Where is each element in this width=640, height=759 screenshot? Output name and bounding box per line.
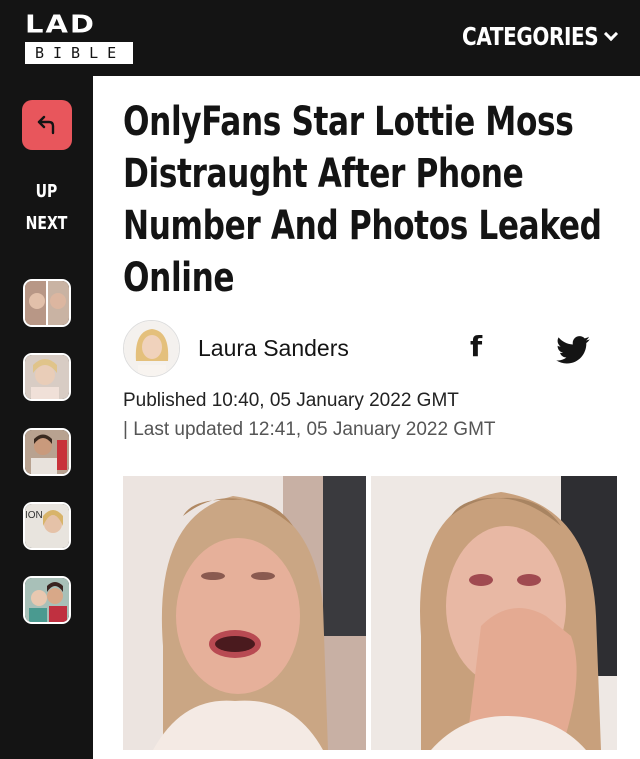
up-next-sidebar: UP NEXT ION [0,76,93,759]
thumbnail-image [25,355,69,399]
up-next-thumbnail-1[interactable] [23,279,71,327]
article-title: OnlyFans Star Lottie Moss Distraught Aft… [123,96,607,304]
up-next-thumbnail-2[interactable] [23,353,71,401]
avatar-image [124,321,179,376]
categories-menu-button[interactable]: CATEGORIES [428,22,619,51]
title-line: Number And Photos Leaked [123,203,602,249]
up-label: UP [35,181,58,202]
photo-image [371,476,617,750]
article-photo-left[interactable] [123,476,366,750]
article-photo-right[interactable] [371,476,617,750]
up-next-thumbnail-4[interactable]: ION [23,502,71,550]
logo-bottom-text: BIBLE [25,42,133,64]
facebook-share-icon[interactable]: f [470,330,482,363]
article-card: OnlyFans Star Lottie Moss Distraught Aft… [93,76,640,759]
title-line: OnlyFans Star Lottie Moss [123,99,574,145]
title-line: Online [123,255,235,301]
thumbnail-image: ION [25,504,69,548]
svg-text:ION: ION [25,510,43,521]
back-button[interactable] [22,100,72,150]
up-next-thumbnail-3[interactable] [23,428,71,476]
thumbnail-image [25,578,69,622]
back-arrow-icon [37,115,55,135]
published-date: Published 10:40, 05 January 2022 GMT [123,390,459,411]
next-label: NEXT [25,213,68,234]
author-avatar[interactable] [123,320,180,377]
updated-date: | Last updated 12:41, 05 January 2022 GM… [123,419,496,440]
twitter-share-icon[interactable] [556,336,590,364]
site-header: LAD BIBLE CATEGORIES [0,0,640,76]
logo-top-text: LAD [25,9,96,39]
chevron-down-icon [603,26,619,41]
title-line: Distraught After Phone [123,151,524,197]
categories-label: CATEGORIES [461,22,599,51]
author-name[interactable]: Laura Sanders [198,335,349,362]
up-next-thumbnail-5[interactable] [23,576,71,624]
thumbnail-image [25,281,69,325]
thumbnail-image [25,430,69,474]
photo-image [123,476,366,750]
ladbible-logo[interactable]: LAD BIBLE [25,12,137,64]
